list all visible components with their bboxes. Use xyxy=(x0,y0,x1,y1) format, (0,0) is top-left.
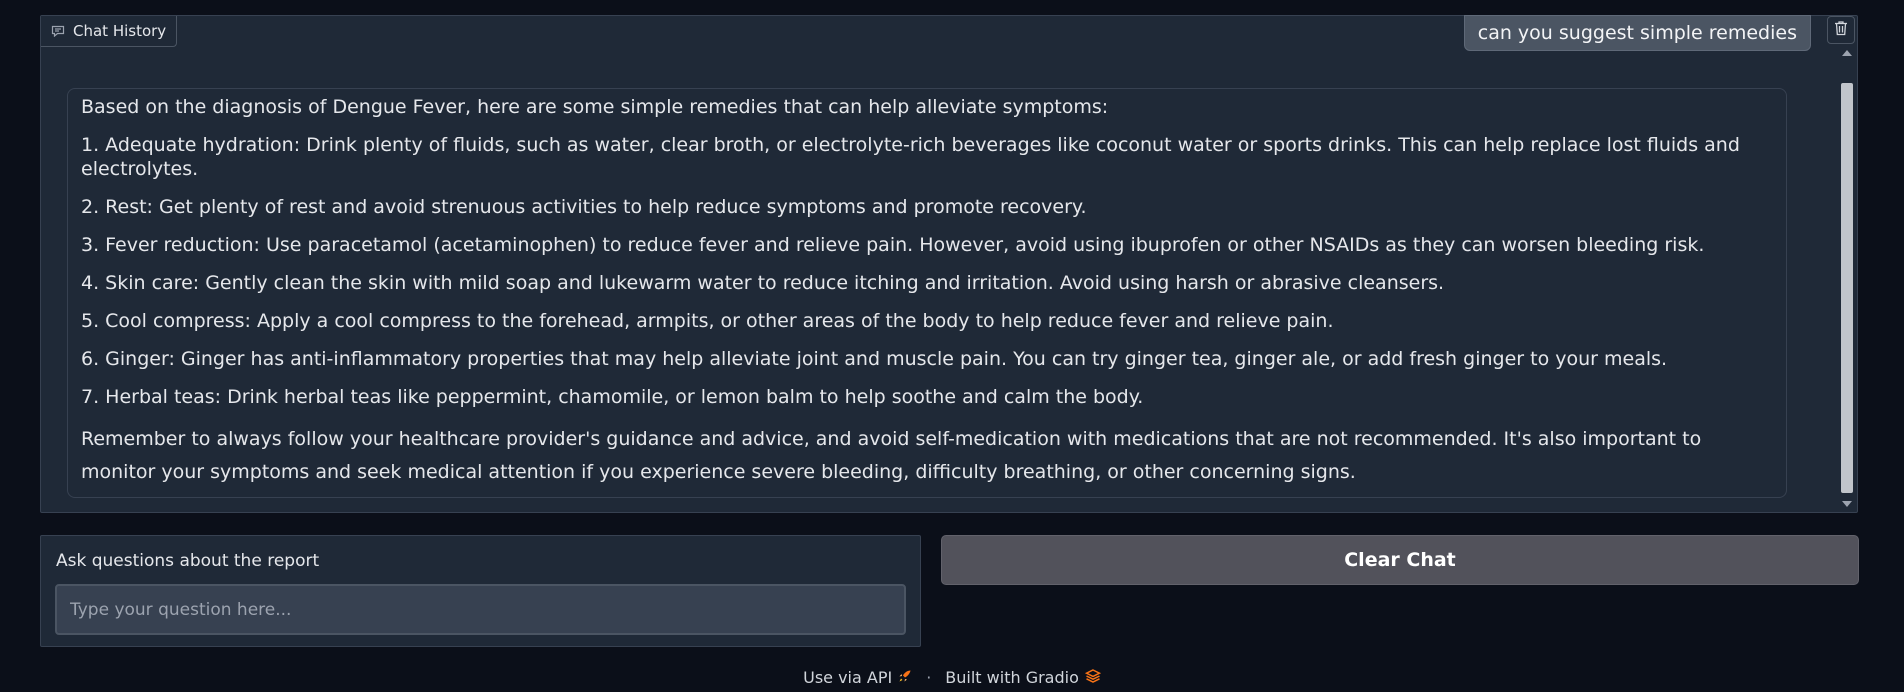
chat-icon xyxy=(51,25,65,37)
rocket-icon xyxy=(898,668,912,687)
chatbot-label: Chat History xyxy=(41,16,178,47)
question-panel: Ask questions about the report xyxy=(40,535,921,647)
scrollbar-thumb[interactable] xyxy=(1841,83,1853,493)
scroll-down-arrow-icon[interactable] xyxy=(1842,501,1852,507)
chat-scrollbar[interactable] xyxy=(1839,46,1855,511)
list-item: 6. Ginger: Ginger has anti-inflammatory … xyxy=(81,348,1668,370)
trash-icon xyxy=(1834,20,1848,40)
list-item: 4. Skin care: Gently clean the skin with… xyxy=(81,272,1445,294)
use-via-api-link[interactable]: Use via API xyxy=(803,668,912,687)
use-via-api-label: Use via API xyxy=(803,668,893,687)
question-input[interactable] xyxy=(55,584,906,635)
clear-chat-button[interactable]: Clear Chat xyxy=(941,535,1859,585)
question-label: Ask questions about the report xyxy=(56,551,320,571)
list-item: 7. Herbal teas: Drink herbal teas like p… xyxy=(81,386,1144,408)
list-item: 1. Adequate hydration: Drink plenty of f… xyxy=(81,134,1740,180)
scroll-up-arrow-icon[interactable] xyxy=(1842,50,1852,56)
list-item: 2. Rest: Get plenty of rest and avoid st… xyxy=(81,196,1087,218)
bot-message: Based on the diagnosis of Dengue Fever, … xyxy=(67,88,1787,498)
bot-message-closing: Remember to always follow your healthcar… xyxy=(81,428,1702,483)
bot-message-intro: Based on the diagnosis of Dengue Fever, … xyxy=(81,96,1109,118)
footer: Use via API · Built with Gradio xyxy=(0,668,1904,687)
chatbot-label-text: Chat History xyxy=(73,22,167,40)
chatbot-panel: Chat History can you suggest simple reme… xyxy=(40,15,1858,513)
user-message-bubble: can you suggest simple remedies xyxy=(1463,15,1811,51)
footer-separator: · xyxy=(926,668,932,687)
gradio-logo-icon xyxy=(1084,668,1102,687)
list-item: 3. Fever reduction: Use paracetamol (ace… xyxy=(81,234,1705,256)
built-with-gradio-link[interactable]: Built with Gradio xyxy=(945,668,1102,687)
remedies-list: 1. Adequate hydration: Drink plenty of f… xyxy=(81,133,1774,409)
built-with-gradio-label: Built with Gradio xyxy=(945,668,1079,687)
clear-history-button[interactable] xyxy=(1827,16,1855,44)
list-item: 5. Cool compress: Apply a cool compress … xyxy=(81,310,1334,332)
